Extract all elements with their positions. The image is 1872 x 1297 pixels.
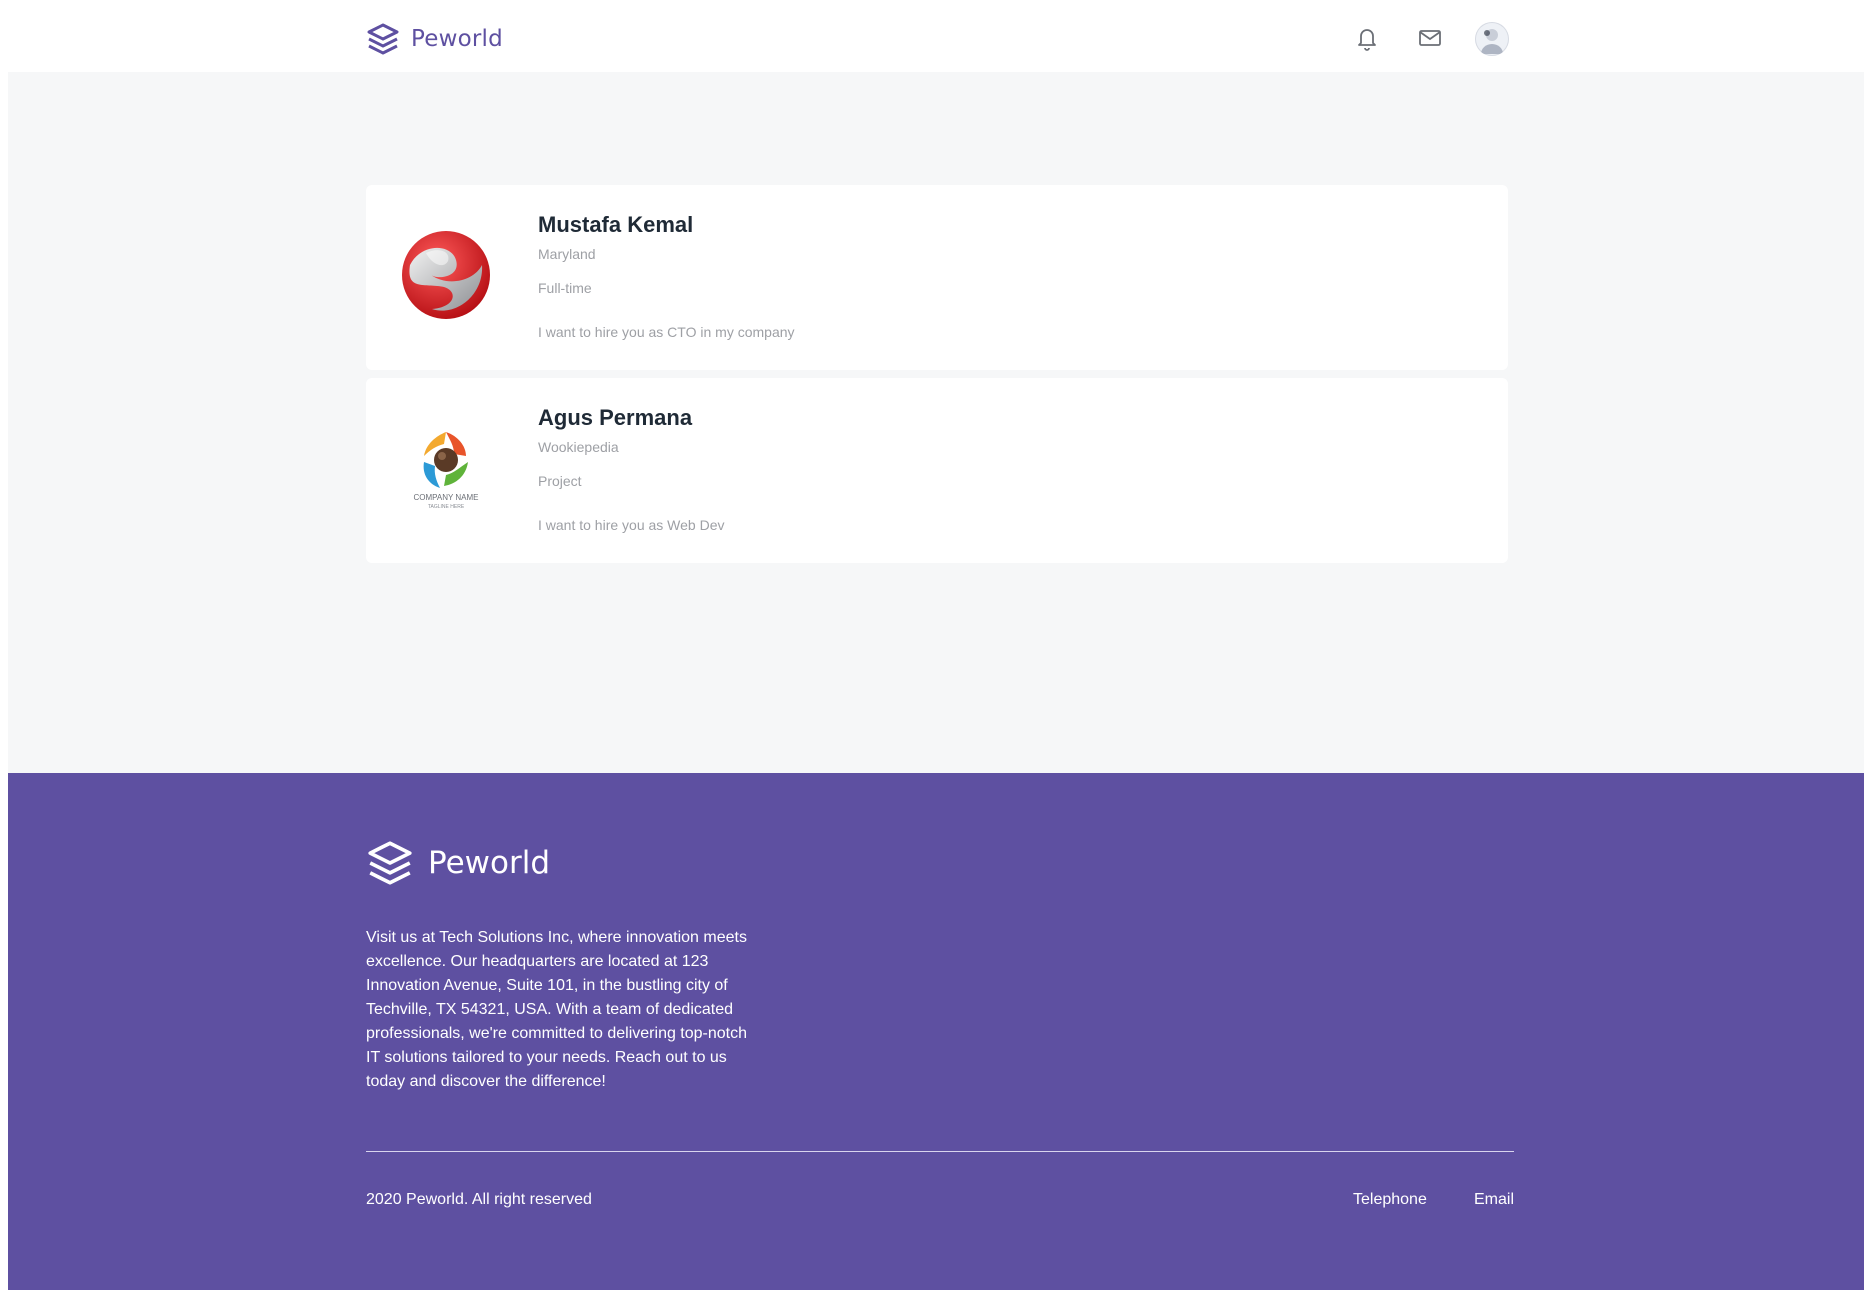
layers-icon [368,841,412,885]
company-logo: COMPANY NAME TAGLINE HERE [396,418,496,518]
footer-brand-name: Peworld [428,845,551,881]
layers-icon [367,23,399,55]
brand-logo[interactable]: Peworld [366,22,503,56]
logo-text: COMPANY NAME [413,493,478,502]
hire-message: I want to hire you as CTO in my company [538,324,795,340]
email-link[interactable]: Email [1474,1191,1514,1209]
logo-tagline: TAGLINE HERE [428,504,465,510]
footer-description: Visit us at Tech Solutions Inc, where in… [366,929,748,1090]
hire-message: I want to hire you as Web Dev [538,517,725,533]
user-avatar[interactable] [1475,22,1509,56]
footer-divider [366,1151,1514,1152]
footer-brand[interactable]: Peworld [366,839,550,887]
mail-icon[interactable] [1416,24,1444,52]
company-logo [396,225,496,325]
navbar: Peworld [8,0,1864,72]
brand-name: Peworld [411,26,503,52]
hire-offer-card[interactable]: COMPANY NAME TAGLINE HERE Agus Permana W… [366,378,1508,563]
hire-offer-card[interactable]: Mustafa Kemal Maryland Full-time I want … [366,185,1508,370]
bell-icon[interactable] [1353,24,1381,52]
telephone-link[interactable]: Telephone [1353,1191,1427,1209]
page: Peworld Mustafa Kemal Maryland Full-time… [8,0,1864,1290]
company-location: Maryland [538,246,596,262]
recruiter-name: Agus Permana [538,405,693,430]
copyright: 2020 Peworld. All right reserved [366,1191,592,1208]
footer: Peworld Visit us at Tech Solutions Inc, … [8,773,1864,1290]
job-type: Full-time [538,280,592,296]
company-location: Wookiepedia [538,439,619,455]
recruiter-name: Mustafa Kemal [538,212,694,237]
job-type: Project [538,473,582,489]
